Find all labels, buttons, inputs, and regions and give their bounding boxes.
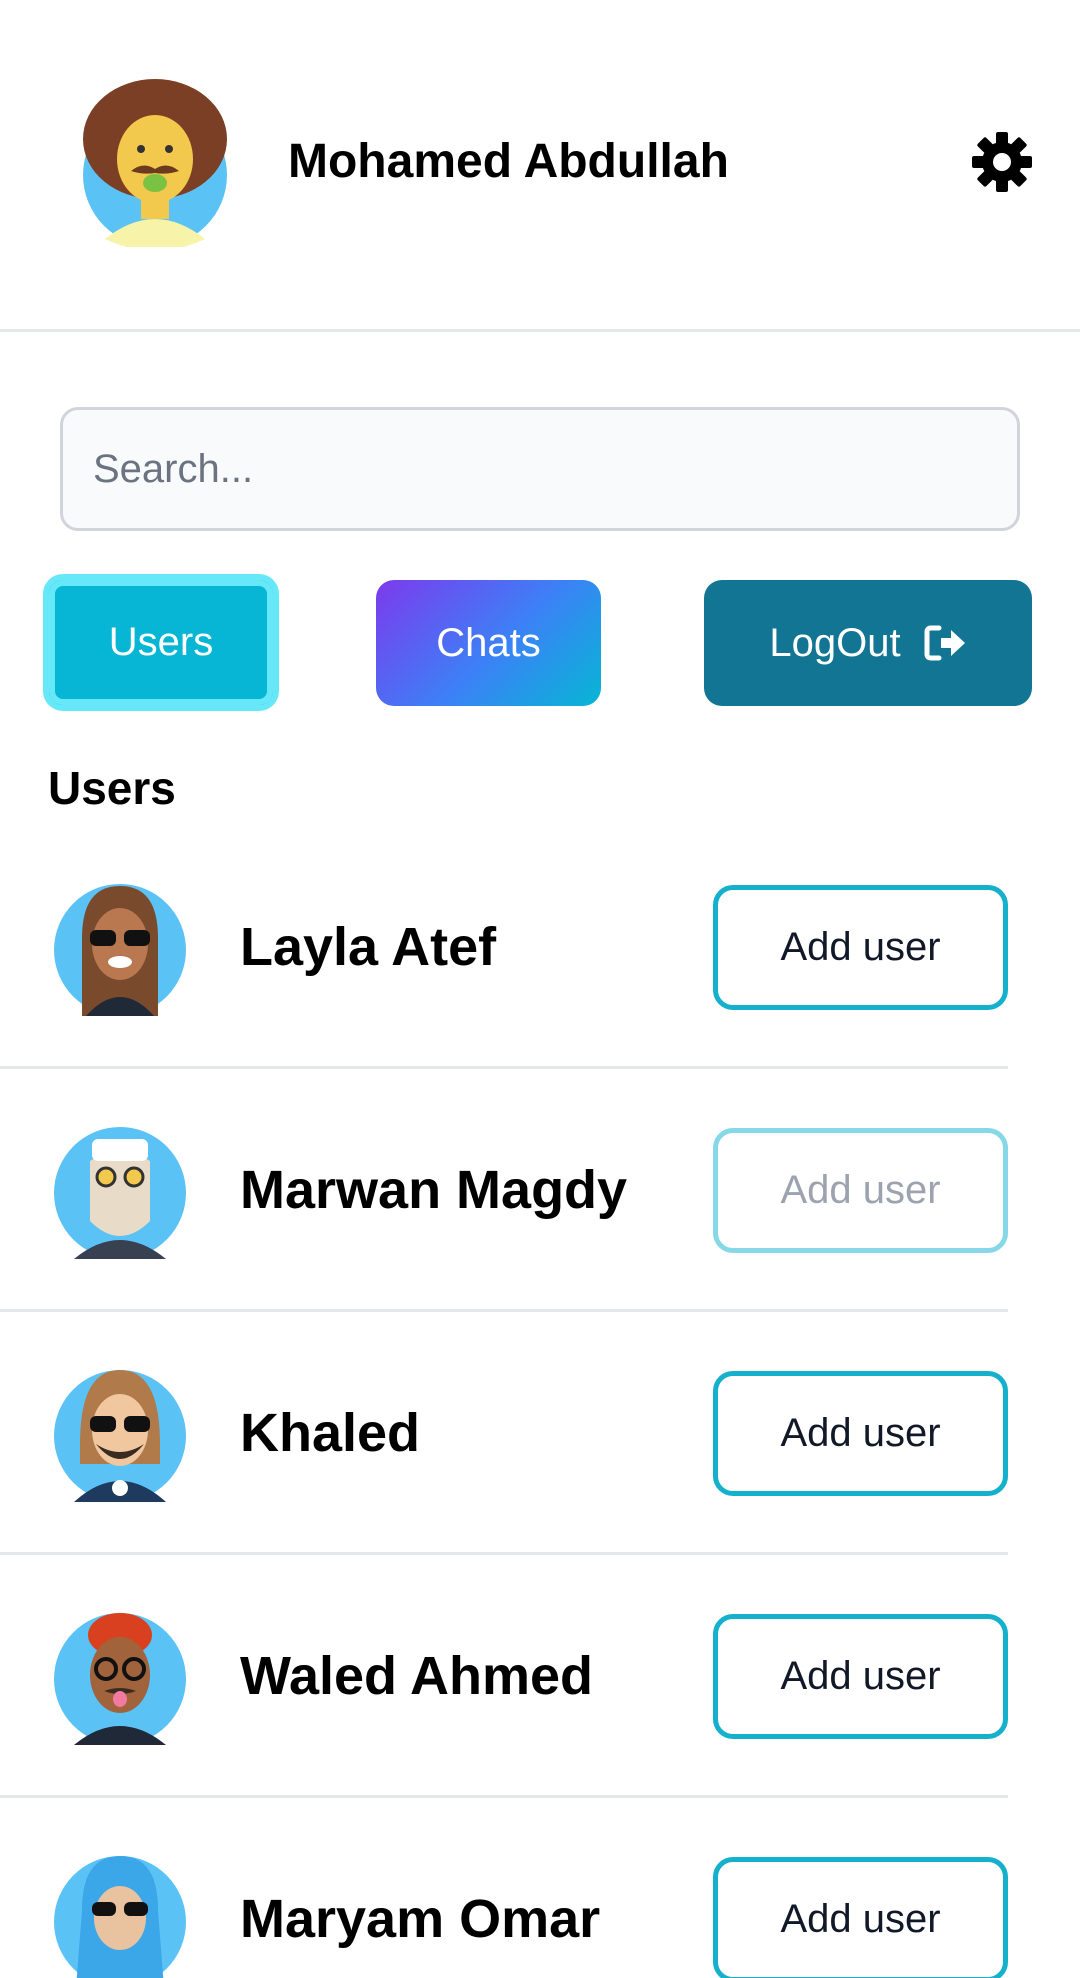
users-section-title: Users [48,762,176,814]
add-user-label: Add user [780,1411,941,1455]
logout-label: LogOut [769,620,901,665]
user-name: Khaled [240,1403,421,1463]
user-avatar-icon [54,1856,186,1978]
user-name: Layla Atef [240,917,497,977]
gear-icon[interactable] [970,130,1034,194]
user-name: Maryam Omar [240,1889,601,1949]
add-user-button[interactable]: Add user [713,1128,1008,1253]
user-row: Khaled Add user [0,1312,1008,1555]
logout-icon [924,625,965,661]
profile-header: Mohamed Abdullah [0,0,1080,332]
user-name: Marwan Magdy [240,1160,628,1220]
search-input[interactable] [60,407,1020,531]
user-avatar-icon[interactable] [79,79,231,247]
add-user-button[interactable]: Add user [713,1614,1008,1739]
user-avatar-icon [54,1127,186,1259]
profile-name: Mohamed Abdullah [288,135,729,188]
logout-button[interactable]: LogOut [704,580,1032,706]
add-user-label: Add user [780,1897,941,1941]
users-tab-button[interactable]: Users [43,574,279,711]
add-user-label: Add user [780,925,941,969]
user-avatar-icon [54,1613,186,1745]
user-avatar-icon [54,1370,186,1502]
user-row: Layla Atef Add user [0,826,1008,1069]
add-user-button[interactable]: Add user [713,885,1008,1010]
chats-tab-button[interactable]: Chats [376,580,601,706]
page: Mohamed Abdullah Users Chats LogOut [0,0,1080,1978]
add-user-label: Add user [780,1654,941,1698]
user-row: Maryam Omar Add user [0,1798,1008,1978]
user-row: Waled Ahmed Add user [0,1555,1008,1798]
add-user-label: Add user [780,1168,941,1212]
add-user-button[interactable]: Add user [713,1371,1008,1496]
user-row: Marwan Magdy Add user [0,1069,1008,1312]
add-user-button[interactable]: Add user [713,1857,1008,1978]
user-name: Waled Ahmed [240,1646,594,1706]
chats-tab-label: Chats [436,620,541,665]
user-avatar-icon [54,884,186,1016]
users-tab-label: Users [108,620,214,664]
